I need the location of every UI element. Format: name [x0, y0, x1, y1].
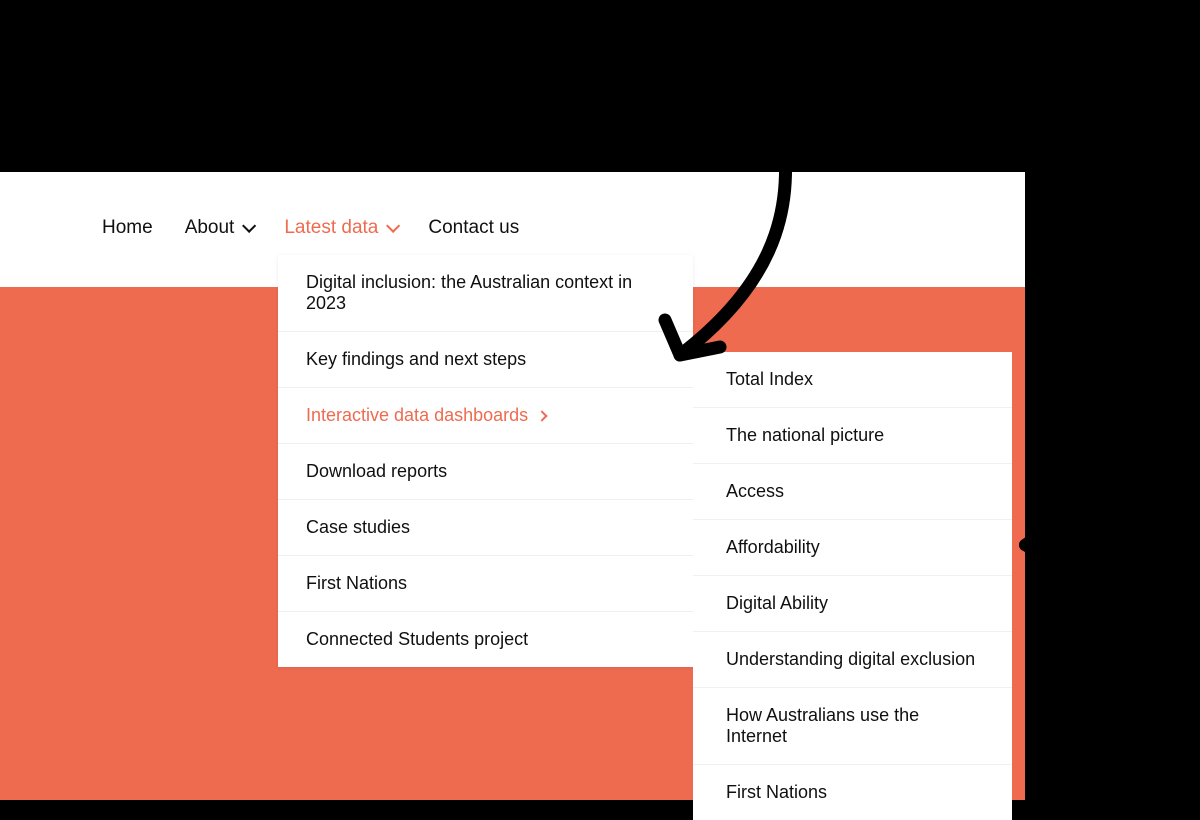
submenu-item-label: First Nations — [726, 782, 827, 802]
submenu-item-label: Affordability — [726, 537, 820, 557]
chevron-right-icon — [536, 410, 547, 421]
dropdown-item-label: Download reports — [306, 461, 447, 482]
nav-latest-data[interactable]: Latest data — [284, 217, 396, 239]
submenu-item-understanding-exclusion[interactable]: Understanding digital exclusion — [693, 632, 1012, 688]
nav-contact-us[interactable]: Contact us — [428, 217, 519, 239]
nav-label: Contact us — [428, 217, 519, 239]
submenu-item-first-nations[interactable]: First Nations — [693, 765, 1012, 820]
submenu-item-label: The national picture — [726, 425, 884, 445]
nav-about[interactable]: About — [185, 217, 253, 239]
dropdown-item-label: Case studies — [306, 517, 410, 538]
main-nav: Home About Latest data Contact us — [102, 217, 519, 239]
submenu-item-label: How Australians use the Internet — [726, 705, 919, 746]
submenu-item-how-australians-use-internet[interactable]: How Australians use the Internet — [693, 688, 1012, 765]
nav-label: Latest data — [284, 217, 378, 239]
submenu-item-access[interactable]: Access — [693, 464, 1012, 520]
dropdown-item-download-reports[interactable]: Download reports — [278, 444, 693, 500]
dropdown-item-label: Key findings and next steps — [306, 349, 526, 370]
chevron-down-icon — [242, 219, 256, 233]
dropdown-item-label: Interactive data dashboards — [306, 405, 528, 426]
submenu-item-label: Access — [726, 481, 784, 501]
dropdown-item-case-studies[interactable]: Case studies — [278, 500, 693, 556]
dropdown-item-connected-students[interactable]: Connected Students project — [278, 612, 693, 667]
dropdown-item-label: First Nations — [306, 573, 407, 594]
dropdown-item-interactive-dashboards[interactable]: Interactive data dashboards — [278, 388, 693, 444]
dropdown-item-label: Digital inclusion: the Australian contex… — [306, 272, 665, 314]
submenu-item-label: Total Index — [726, 369, 813, 389]
nav-home[interactable]: Home — [102, 217, 153, 239]
dropdown-item-digital-inclusion[interactable]: Digital inclusion: the Australian contex… — [278, 255, 693, 332]
submenu-item-label: Digital Ability — [726, 593, 828, 613]
submenu-item-national-picture[interactable]: The national picture — [693, 408, 1012, 464]
chevron-down-icon — [386, 219, 400, 233]
submenu-item-total-index[interactable]: Total Index — [693, 352, 1012, 408]
dropdown-item-key-findings[interactable]: Key findings and next steps — [278, 332, 693, 388]
dropdown-item-label: Connected Students project — [306, 629, 528, 650]
arrow-annotation-icon — [1010, 490, 1200, 610]
submenu-item-affordability[interactable]: Affordability — [693, 520, 1012, 576]
nav-label: Home — [102, 217, 153, 239]
submenu-item-label: Understanding digital exclusion — [726, 649, 975, 669]
dropdown-item-first-nations[interactable]: First Nations — [278, 556, 693, 612]
submenu-item-digital-ability[interactable]: Digital Ability — [693, 576, 1012, 632]
submenu-interactive-dashboards: Total Index The national picture Access … — [693, 352, 1012, 820]
nav-label: About — [185, 217, 235, 239]
dropdown-latest-data: Digital inclusion: the Australian contex… — [278, 255, 693, 667]
